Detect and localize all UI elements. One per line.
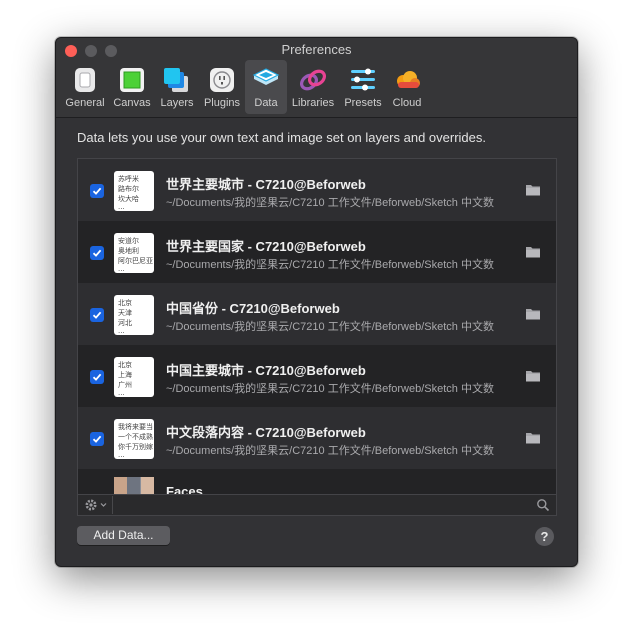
list-bottom-bar xyxy=(77,494,557,516)
canvas-icon xyxy=(120,68,144,92)
data-set-title: 中文段落内容 - C7210@Beforweb xyxy=(166,425,366,440)
plugins-icon xyxy=(210,68,234,92)
folder-icon[interactable] xyxy=(525,307,541,321)
data-set-checkbox[interactable] xyxy=(90,370,104,384)
data-set-title: 世界主要城市 - C7210@Beforweb xyxy=(166,177,366,192)
data-set-path: ~/Documents/我的坚果云/C7210 工作文件/Beforweb/Sk… xyxy=(166,259,494,271)
data-set-thumbnail: 北京 天津 河北 ··· xyxy=(114,295,154,335)
checkmark-icon xyxy=(92,187,102,195)
tab-libraries[interactable]: Libraries xyxy=(287,60,339,114)
tab-presets[interactable]: Presets xyxy=(339,60,387,114)
data-set-title: 世界主要国家 - C7210@Beforweb xyxy=(166,239,366,254)
cloud-icon xyxy=(397,71,420,88)
data-set-title: 中国主要城市 - C7210@Beforweb xyxy=(166,363,366,378)
tab-cloud[interactable]: Cloud xyxy=(387,60,427,114)
data-set-thumbnail: 苏呼米 路布尔 坎大哈 ··· xyxy=(114,171,154,211)
data-set-row[interactable]: 北京 天津 河北 ··· 中国省份 - C7210@Beforweb ~/Docume… xyxy=(78,283,556,345)
data-set-checkbox[interactable] xyxy=(90,184,104,198)
data-set-thumbnail: 我将来要当 一个不成熟 你千万别嫁 ··· xyxy=(114,419,154,459)
data-set-title: 中国省份 - C7210@Beforweb xyxy=(166,301,340,316)
folder-icon[interactable] xyxy=(525,369,541,383)
checkmark-icon xyxy=(92,311,102,319)
data-set-thumbnail: 安道尔 奥地利 阿尔巴尼亚 ··· xyxy=(114,233,154,273)
folder-icon[interactable] xyxy=(525,245,541,259)
layers-icon xyxy=(164,68,188,92)
titlebar: Preferences General Canvas Layers Plugin… xyxy=(56,38,577,118)
presets-icon xyxy=(351,68,375,91)
data-set-row[interactable]: 苏呼米 路布尔 坎大哈 ··· 世界主要城市 - C7210@Beforweb ~/D… xyxy=(78,159,556,221)
checkmark-icon xyxy=(92,435,102,443)
preferences-window: Preferences General Canvas Layers Plugin… xyxy=(55,37,578,567)
data-set-checkbox[interactable] xyxy=(90,432,104,446)
tab-plugins[interactable]: Plugins xyxy=(199,60,245,114)
gear-menu-button[interactable] xyxy=(80,496,113,514)
data-set-row[interactable]: 安道尔 奥地利 阿尔巴尼亚 ··· 世界主要国家 - C7210@Beforweb ~… xyxy=(78,221,556,283)
checkmark-icon xyxy=(92,373,102,381)
data-sets-list[interactable]: 苏呼米 路布尔 坎大哈 ··· 世界主要城市 - C7210@Beforweb ~/D… xyxy=(77,158,557,498)
folder-icon[interactable] xyxy=(525,431,541,445)
libraries-icon xyxy=(299,69,327,91)
general-icon xyxy=(75,68,95,92)
data-set-path: ~/Documents/我的坚果云/C7210 工作文件/Beforweb/Sk… xyxy=(166,383,494,395)
checkmark-icon xyxy=(92,249,102,257)
tab-data[interactable]: Data xyxy=(245,60,287,114)
tab-general[interactable]: General xyxy=(61,60,109,114)
data-icon xyxy=(252,68,280,85)
data-set-path: ~/Documents/我的坚果云/C7210 工作文件/Beforweb/Sk… xyxy=(166,197,494,209)
data-set-thumbnail: 北京 上海 广州 ··· xyxy=(114,357,154,397)
data-set-path: ~/Documents/我的坚果云/C7210 工作文件/Beforweb/Sk… xyxy=(166,445,494,457)
help-button[interactable]: ? xyxy=(535,527,554,546)
add-data-button[interactable]: Add Data... xyxy=(77,526,170,545)
data-set-row[interactable]: 我将来要当 一个不成熟 你千万别嫁 ··· 中文段落内容 - C7210@Beforw… xyxy=(78,407,556,469)
tab-layers[interactable]: Layers xyxy=(155,60,199,114)
gear-icon xyxy=(85,499,107,511)
search-icon[interactable] xyxy=(536,498,550,512)
data-description: Data lets you use your own text and imag… xyxy=(77,130,486,145)
data-set-path: ~/Documents/我的坚果云/C7210 工作文件/Beforweb/Sk… xyxy=(166,321,494,333)
data-set-checkbox[interactable] xyxy=(90,246,104,260)
folder-icon[interactable] xyxy=(525,183,541,197)
data-set-checkbox[interactable] xyxy=(90,308,104,322)
data-set-row[interactable]: 北京 上海 广州 ··· 中国主要城市 - C7210@Beforweb ~/Docu… xyxy=(78,345,556,407)
window-title: Preferences xyxy=(281,42,352,57)
tab-canvas[interactable]: Canvas xyxy=(109,60,155,114)
